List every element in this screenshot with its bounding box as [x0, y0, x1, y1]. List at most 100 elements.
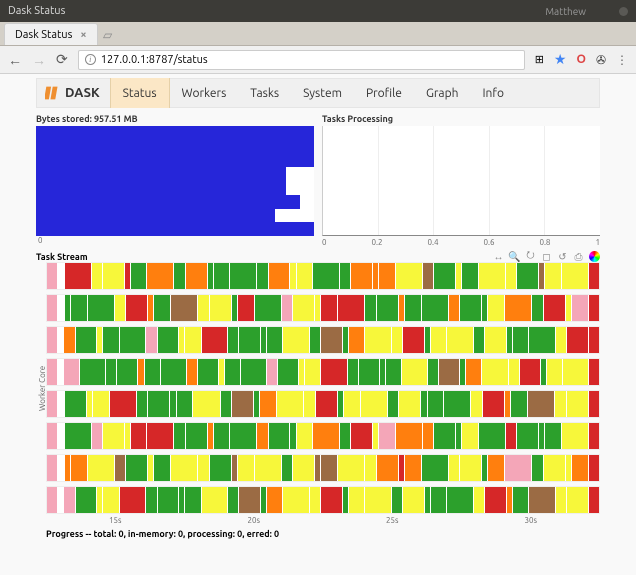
- url-text: 127.0.0.1:8787/status: [101, 54, 208, 66]
- task-segment: [377, 295, 398, 321]
- task-segment: [103, 487, 118, 513]
- task-segment: [283, 327, 309, 353]
- tasks-processing-title: Tasks Processing: [322, 114, 600, 124]
- address-bar[interactable]: i 127.0.0.1:8787/status: [78, 50, 525, 70]
- worker-core-row: [46, 358, 600, 386]
- task-segment: [97, 327, 102, 353]
- task-segment: [171, 295, 197, 321]
- task-segment: [214, 423, 230, 449]
- bookmark-star-icon[interactable]: ★: [554, 51, 567, 68]
- task-segment: [238, 455, 254, 481]
- task-segment: [198, 455, 208, 481]
- task-segment: [529, 327, 555, 353]
- bytes-stored-chart[interactable]: [36, 126, 314, 236]
- task-segment: [131, 423, 147, 449]
- browser-tab[interactable]: Dask Status ×: [4, 23, 98, 45]
- task-segment: [71, 295, 87, 321]
- task-segment: [506, 423, 516, 449]
- task-stream-section: Task Stream ↔ 🔍 ⭮ ◻ ↺ ⎙ Worker Core 15s …: [36, 251, 600, 525]
- task-segment: [511, 391, 527, 417]
- task-segment: [117, 359, 137, 385]
- task-segment: [422, 455, 448, 481]
- task-segment: [65, 391, 86, 417]
- task-segment: [97, 487, 102, 513]
- nav-tasks[interactable]: Tasks: [238, 78, 291, 108]
- nav-info[interactable]: Info: [470, 78, 516, 108]
- task-segment: [396, 263, 422, 289]
- reset-icon[interactable]: ↺: [557, 251, 568, 262]
- nav-system[interactable]: System: [291, 78, 354, 108]
- box-select-icon[interactable]: ◻: [541, 251, 552, 262]
- task-segment: [365, 487, 391, 513]
- task-segment: [351, 263, 372, 289]
- task-segment: [88, 455, 114, 481]
- task-segment: [572, 295, 588, 321]
- task-segment: [210, 295, 231, 321]
- site-info-icon[interactable]: i: [85, 54, 96, 65]
- minimize-button[interactable]: [619, 7, 628, 16]
- save-icon[interactable]: ⎙: [573, 251, 584, 262]
- task-segment: [239, 487, 260, 513]
- task-segment: [428, 359, 438, 385]
- task-segment: [65, 263, 91, 289]
- task-segment: [392, 487, 402, 513]
- task-segment: [64, 327, 74, 353]
- task-segment: [403, 327, 424, 353]
- task-segment: [547, 359, 562, 385]
- bytes-bar: [36, 126, 314, 140]
- task-segment: [269, 263, 290, 289]
- task-segment: [462, 263, 478, 289]
- task-segment: [92, 263, 102, 289]
- new-tab-button[interactable]: ▱: [98, 28, 118, 45]
- task-segment: [137, 391, 147, 417]
- qr-icon[interactable]: ⊞: [535, 53, 544, 66]
- task-segment: [174, 423, 184, 449]
- nav-workers[interactable]: Workers: [170, 78, 239, 108]
- task-segment: [171, 455, 197, 481]
- task-segment: [399, 295, 404, 321]
- task-segment: [425, 327, 430, 353]
- task-segment: [396, 423, 422, 449]
- wheel-zoom-icon[interactable]: ⭮: [525, 251, 536, 262]
- task-segment: [509, 359, 519, 385]
- task-segment: [221, 391, 231, 417]
- forward-button: →: [32, 52, 46, 68]
- task-segment: [532, 295, 542, 321]
- task-segment: [316, 391, 337, 417]
- task-segment: [297, 263, 313, 289]
- task-segment: [343, 327, 348, 353]
- box-zoom-icon[interactable]: 🔍: [509, 251, 520, 262]
- window-title: Dask Status: [8, 5, 545, 17]
- close-icon[interactable]: ×: [80, 29, 86, 41]
- task-segment: [544, 295, 565, 321]
- tick: 1: [595, 238, 600, 247]
- reload-button[interactable]: ⟳: [56, 51, 68, 68]
- menu-icon[interactable]: ⋮: [616, 53, 628, 67]
- task-segment: [148, 455, 153, 481]
- nav-profile[interactable]: Profile: [354, 78, 414, 108]
- task-segment: [359, 359, 379, 385]
- bytes-bar: [36, 140, 314, 154]
- task-stream-chart[interactable]: [46, 262, 600, 514]
- nav-status[interactable]: Status: [110, 78, 170, 108]
- tasks-processing-chart[interactable]: [322, 126, 600, 236]
- nav-graph[interactable]: Graph: [414, 78, 471, 108]
- task-segment: [278, 359, 298, 385]
- task-segment: [505, 295, 531, 321]
- task-segment: [321, 295, 337, 321]
- task-segment: [399, 391, 420, 417]
- back-button[interactable]: ←: [8, 52, 22, 68]
- extension-icon[interactable]: ✇: [596, 53, 606, 67]
- hover-icon[interactable]: [589, 251, 600, 262]
- task-segment: [158, 327, 179, 353]
- tick: 20s: [185, 516, 324, 525]
- task-segment: [365, 327, 391, 353]
- task-segment: [380, 359, 385, 385]
- task-segment: [338, 455, 364, 481]
- pan-icon[interactable]: ↔: [493, 251, 504, 262]
- task-segment: [338, 391, 343, 417]
- task-stream-ylabel: Worker Core: [36, 262, 46, 514]
- opera-icon[interactable]: O: [576, 53, 585, 66]
- task-segment: [485, 487, 506, 513]
- task-segment: [386, 359, 401, 385]
